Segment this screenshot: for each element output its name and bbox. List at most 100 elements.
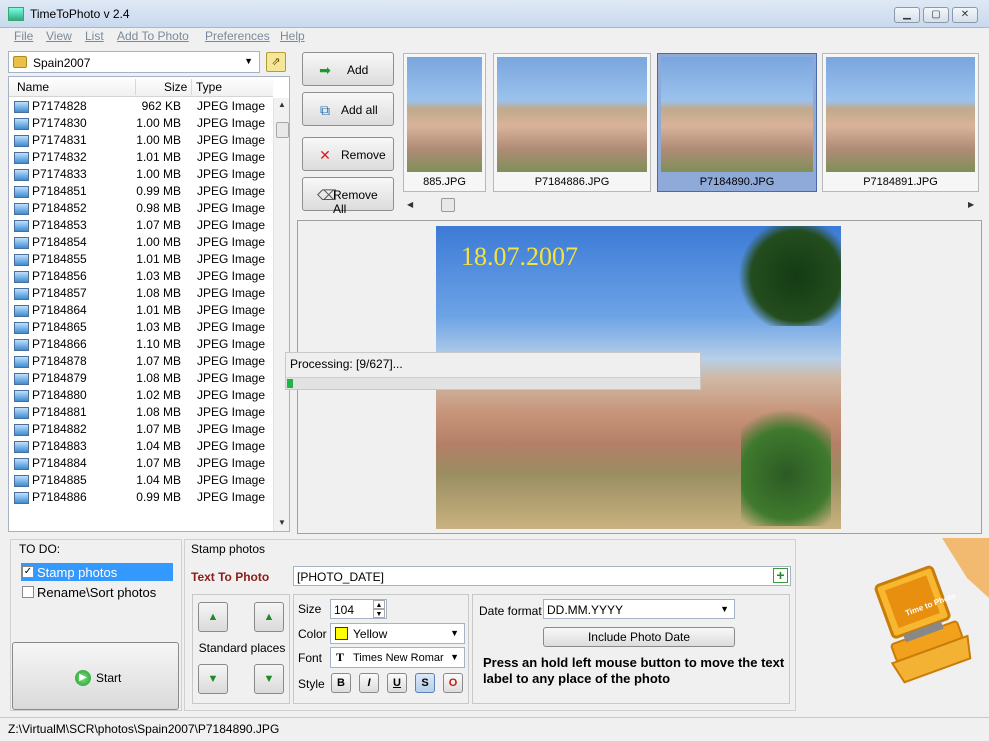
file-name: P7184853	[32, 218, 87, 232]
scroll-thumb[interactable]	[441, 198, 455, 212]
column-type[interactable]: Type	[196, 80, 222, 94]
file-row[interactable]: P7184878 1.07 MB JPEG Image	[9, 353, 273, 370]
color-swatch	[335, 627, 348, 640]
scroll-up-icon[interactable]: ▲	[278, 100, 286, 109]
menu-help[interactable]: Help	[280, 29, 305, 43]
spin-down-icon[interactable]: ▼	[373, 609, 385, 618]
text-to-photo-label: Text To Photo	[191, 570, 270, 584]
menu-add-to-photo[interactable]: Add To Photo	[117, 29, 189, 43]
underline-button[interactable]: U	[387, 673, 407, 693]
thumbnail[interactable]: 885.JPG	[403, 53, 486, 192]
file-row[interactable]: P7184865 1.03 MB JPEG Image	[9, 319, 273, 336]
thumbnail-scrollbar[interactable]: ◀ ▶	[405, 197, 980, 213]
browse-folder-button[interactable]: ⇗	[266, 52, 286, 72]
file-row[interactable]: P7174833 1.00 MB JPEG Image	[9, 166, 273, 183]
menu-bar: File View List Add To Photo Preferences …	[0, 28, 989, 46]
file-row[interactable]: P7174831 1.00 MB JPEG Image	[9, 132, 273, 149]
scroll-right-icon[interactable]: ▶	[968, 200, 974, 209]
font-select[interactable]: T Times New Romar ▼	[330, 647, 465, 668]
file-row[interactable]: P7184879 1.08 MB JPEG Image	[9, 370, 273, 387]
standard-places-group: ▲ ▲ Standard places ▼ ▼	[192, 594, 290, 704]
folder-select[interactable]: Spain2007 ▼	[8, 51, 260, 73]
file-row[interactable]: P7184884 1.07 MB JPEG Image	[9, 455, 273, 472]
file-row[interactable]: P7184853 1.07 MB JPEG Image	[9, 217, 273, 234]
thumbnail-selected[interactable]: P7184890.JPG	[657, 53, 817, 192]
file-row[interactable]: P7184857 1.08 MB JPEG Image	[9, 285, 273, 302]
place-top-right-button[interactable]: ▲	[254, 602, 284, 632]
minimize-button[interactable]: ▁	[894, 7, 920, 23]
maximize-button[interactable]: ▢	[923, 7, 949, 23]
jpeg-file-icon	[14, 424, 29, 436]
scroll-left-icon[interactable]: ◀	[407, 200, 413, 209]
file-row[interactable]: P7174828 962 KB JPEG Image	[9, 98, 273, 115]
green-arrow-icon: ➡	[319, 62, 331, 78]
chevron-down-icon: ▼	[720, 604, 729, 614]
menu-list[interactable]: List	[85, 29, 104, 43]
thumbnail[interactable]: P7184891.JPG	[822, 53, 979, 192]
file-row[interactable]: P7184854 1.00 MB JPEG Image	[9, 234, 273, 251]
todo-item-rename-sort[interactable]: Rename\Sort photos	[21, 583, 181, 601]
size-spinner[interactable]: 104 ▲ ▼	[330, 599, 387, 619]
file-row[interactable]: P7184882 1.07 MB JPEG Image	[9, 421, 273, 438]
file-row[interactable]: P7184851 0.99 MB JPEG Image	[9, 183, 273, 200]
file-row[interactable]: P7184852 0.98 MB JPEG Image	[9, 200, 273, 217]
remove-all-button[interactable]: ⌫ Remove All	[302, 177, 394, 216]
file-row[interactable]: P7184866 1.10 MB JPEG Image	[9, 336, 273, 353]
column-name[interactable]: Name	[17, 80, 49, 94]
spin-up-icon[interactable]: ▲	[373, 600, 385, 609]
add-button[interactable]: ➡ Add	[302, 52, 394, 86]
file-list[interactable]: Name Size Type P7174828 962 KB JPEG Image P…	[8, 76, 290, 532]
menu-file[interactable]: File	[14, 29, 33, 43]
vertical-scrollbar[interactable]: ▲ ▼	[273, 98, 289, 531]
add-field-icon[interactable]: +	[773, 568, 788, 583]
file-row[interactable]: P7184881 1.08 MB JPEG Image	[9, 404, 273, 421]
file-row[interactable]: P7184883 1.04 MB JPEG Image	[9, 438, 273, 455]
todo-item-stamp-photos[interactable]: ✓ Stamp photos	[21, 563, 173, 581]
date-format-group: Date format DD.MM.YYYY ▼ Include Photo D…	[472, 594, 790, 704]
column-size[interactable]: Size	[164, 80, 187, 94]
file-rows: P7174828 962 KB JPEG Image P7174830 1.00 MB J…	[9, 98, 273, 506]
jpeg-file-icon	[14, 356, 29, 368]
include-photo-date-button[interactable]: Include Photo Date	[543, 627, 735, 647]
menu-preferences[interactable]: Preferences	[205, 29, 270, 43]
date-format-select[interactable]: DD.MM.YYYY ▼	[543, 599, 735, 619]
italic-button[interactable]: I	[359, 673, 379, 693]
add-all-button[interactable]: ⧉ Add all	[302, 92, 394, 126]
place-bottom-right-button[interactable]: ▼	[254, 664, 284, 694]
file-row[interactable]: P7184886 0.99 MB JPEG Image	[9, 489, 273, 506]
status-bar: Z:\VirtualM\SCR\photos\Spain2007\P718489…	[0, 717, 989, 741]
file-row[interactable]: P7184885 1.04 MB JPEG Image	[9, 472, 273, 489]
bold-button[interactable]: B	[331, 673, 351, 693]
file-row[interactable]: P7174832 1.01 MB JPEG Image	[9, 149, 273, 166]
file-row[interactable]: P7184856 1.03 MB JPEG Image	[9, 268, 273, 285]
file-name: P7184852	[32, 201, 87, 215]
place-bottom-left-button[interactable]: ▼	[198, 664, 228, 694]
tree-foliage	[731, 226, 841, 326]
thumbnail[interactable]: P7184886.JPG	[493, 53, 651, 192]
file-size: 1.00 MB	[136, 116, 181, 130]
scroll-down-icon[interactable]: ▼	[278, 518, 286, 527]
outline-button[interactable]: O	[443, 673, 463, 693]
thumbnail-label: P7184891.JPG	[863, 176, 938, 188]
checkbox-checked[interactable]: ✓	[22, 566, 34, 578]
remove-button[interactable]: ✕ Remove	[302, 137, 394, 171]
chevron-down-icon: ▼	[244, 56, 253, 66]
scroll-thumb[interactable]	[276, 122, 289, 138]
left-panel: Spain2007 ▼ ⇗ Name Size Type P7174828 962…	[8, 49, 290, 533]
checkbox[interactable]	[22, 586, 34, 598]
file-row[interactable]: P7184864 1.01 MB JPEG Image	[9, 302, 273, 319]
close-button[interactable]: ✕	[952, 7, 978, 23]
file-row[interactable]: P7184880 1.02 MB JPEG Image	[9, 387, 273, 404]
menu-view[interactable]: View	[46, 29, 72, 43]
file-row[interactable]: P7184855 1.01 MB JPEG Image	[9, 251, 273, 268]
stamp-text-label[interactable]: 18.07.2007	[461, 242, 578, 272]
shadow-button[interactable]: S	[415, 673, 435, 693]
jpeg-file-icon	[14, 373, 29, 385]
place-top-left-button[interactable]: ▲	[198, 602, 228, 632]
todo-item-label: Rename\Sort photos	[37, 585, 157, 600]
file-type: JPEG Image	[197, 252, 266, 266]
start-button[interactable]: ▶ Start	[12, 642, 179, 710]
file-row[interactable]: P7174830 1.00 MB JPEG Image	[9, 115, 273, 132]
text-to-photo-input[interactable]: [PHOTO_DATE] +	[293, 566, 791, 586]
color-select[interactable]: Yellow ▼	[330, 623, 465, 644]
